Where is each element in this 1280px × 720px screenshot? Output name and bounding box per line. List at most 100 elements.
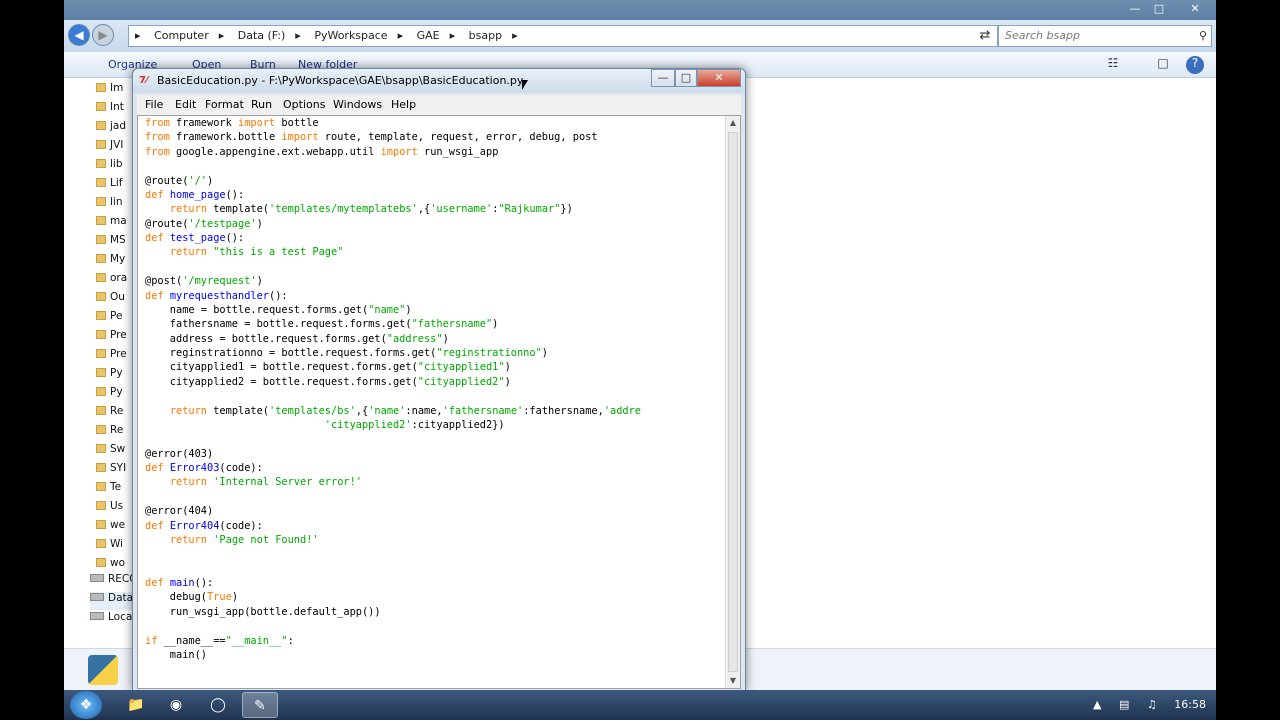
nav-folder[interactable]: ora xyxy=(96,272,136,290)
nav-folder[interactable]: lib xyxy=(96,158,136,176)
nav-drive-data[interactable]: Data xyxy=(90,592,138,610)
nav-folder[interactable]: Pre xyxy=(96,329,136,347)
code-line[interactable]: def test_page(): xyxy=(145,231,725,245)
code-line[interactable]: return template('templates/mytemplatebs'… xyxy=(145,202,725,216)
restore-icon[interactable]: □ xyxy=(1148,2,1170,16)
nav-folder[interactable]: Us xyxy=(96,500,136,518)
code-line[interactable]: main() xyxy=(145,648,725,662)
nav-folder[interactable]: Im xyxy=(96,82,136,100)
breadcrumb-computer[interactable]: Computer xyxy=(154,29,209,42)
address-input[interactable]: ▸ Computer ▸ Data (F:) ▸ PyWorkspace ▸ GAE ▸… xyxy=(128,25,998,47)
nav-folder[interactable]: lin xyxy=(96,196,136,214)
code-line[interactable]: def Error403(code): xyxy=(145,461,725,475)
scroll-up-icon[interactable]: ▲ xyxy=(726,116,740,130)
tray-expand-icon[interactable]: ▲ xyxy=(1093,698,1101,711)
nav-folder[interactable]: ma xyxy=(96,215,136,233)
taskbar-chrome-icon[interactable]: ◉ xyxy=(158,692,194,718)
code-line[interactable]: debug(True) xyxy=(145,590,725,604)
code-line[interactable]: cityapplied2 = bottle.request.forms.get(… xyxy=(145,375,725,389)
nav-folder[interactable]: MS xyxy=(96,234,136,252)
maximize-button[interactable]: □ xyxy=(675,69,697,87)
nav-folder[interactable]: Re xyxy=(96,424,136,442)
nav-folder[interactable]: jad xyxy=(96,120,136,138)
code-line[interactable]: reginstrationno = bottle.request.forms.g… xyxy=(145,346,725,360)
breadcrumb-gae[interactable]: GAE xyxy=(417,29,440,42)
code-line[interactable]: @error(403) xyxy=(145,447,725,461)
refresh-icon[interactable]: ⇄ xyxy=(974,25,996,47)
code-line[interactable] xyxy=(145,562,725,576)
code-line[interactable]: return 'Internal Server error!' xyxy=(145,475,725,489)
scroll-down-icon[interactable]: ▼ xyxy=(726,674,740,688)
code-line[interactable]: if __name__=="__main__": xyxy=(145,634,725,648)
code-line[interactable] xyxy=(145,619,725,633)
volume-icon[interactable]: ♫ xyxy=(1147,698,1157,711)
nav-folder[interactable]: Int xyxy=(96,101,136,119)
code-line[interactable]: address = bottle.request.forms.get("addr… xyxy=(145,332,725,346)
menu-help[interactable]: Help xyxy=(391,98,416,111)
minimize-button[interactable]: — xyxy=(651,69,675,87)
idle-title-bar[interactable]: 7⁄ BasicEducation.py - F:\PyWorkspace\GA… xyxy=(133,69,745,93)
breadcrumb-data-drive[interactable]: Data (F:) xyxy=(238,29,286,42)
nav-drive-local[interactable]: Loca xyxy=(90,611,138,629)
back-icon[interactable]: ◀ xyxy=(68,24,90,46)
code-line[interactable]: def Error404(code): xyxy=(145,519,725,533)
code-line[interactable]: run_wsgi_app(bottle.default_app()) xyxy=(145,605,725,619)
code-line[interactable]: @error(404) xyxy=(145,504,725,518)
code-line[interactable]: def main(): xyxy=(145,576,725,590)
nav-folder[interactable]: JVI xyxy=(96,139,136,157)
code-line[interactable]: from framework.bottle import route, temp… xyxy=(145,130,725,144)
nav-folder[interactable]: Pre xyxy=(96,348,136,366)
code-line[interactable] xyxy=(145,260,725,274)
code-line[interactable]: @post('/myrequest') xyxy=(145,274,725,288)
breadcrumb-pyworkspace[interactable]: PyWorkspace xyxy=(314,29,387,42)
nav-folder[interactable]: Py xyxy=(96,386,136,404)
nav-folder[interactable]: Sw xyxy=(96,443,136,461)
close-icon[interactable]: ✕ xyxy=(1184,2,1206,16)
search-icon[interactable]: ⚲ xyxy=(1199,26,1207,46)
code-line[interactable]: from google.appengine.ext.webapp.util im… xyxy=(145,145,725,159)
nav-folder[interactable]: SYI xyxy=(96,462,136,480)
code-line[interactable] xyxy=(145,490,725,504)
forward-icon[interactable]: ▶ xyxy=(92,24,114,46)
nav-folder[interactable]: Pe xyxy=(96,310,136,328)
nav-folder[interactable]: Te xyxy=(96,481,136,499)
scroll-thumb[interactable] xyxy=(728,132,738,672)
code-line[interactable] xyxy=(145,547,725,561)
minimize-icon[interactable]: — xyxy=(1124,2,1146,16)
search-input[interactable]: Search bsapp ⚲ xyxy=(998,25,1212,47)
help-icon[interactable]: ? xyxy=(1186,56,1204,74)
taskbar-eclipse-icon[interactable]: ◯ xyxy=(200,692,236,718)
clock[interactable]: 16:58 xyxy=(1174,698,1206,711)
code-line[interactable]: return template('templates/bs',{'name':n… xyxy=(145,404,725,418)
nav-folder[interactable]: Lif xyxy=(96,177,136,195)
code-line[interactable]: def home_page(): xyxy=(145,188,725,202)
start-button[interactable]: ❖ xyxy=(70,691,102,719)
network-icon[interactable]: ▤ xyxy=(1119,698,1129,711)
taskbar-idle-icon[interactable]: ✎ xyxy=(242,692,278,718)
code-line[interactable] xyxy=(145,159,725,173)
nav-folder[interactable]: Ou xyxy=(96,291,136,309)
menu-options[interactable]: Options xyxy=(283,98,325,111)
code-line[interactable]: name = bottle.request.forms.get("name") xyxy=(145,303,725,317)
nav-folder[interactable]: we xyxy=(96,519,136,537)
code-line[interactable] xyxy=(145,389,725,403)
breadcrumb-bsapp[interactable]: bsapp xyxy=(469,29,502,42)
menu-edit[interactable]: Edit xyxy=(175,98,196,111)
code-line[interactable]: fathersname = bottle.request.forms.get("… xyxy=(145,317,725,331)
nav-folder[interactable]: Py xyxy=(96,367,136,385)
vertical-scrollbar[interactable]: ▲ ▼ xyxy=(725,116,740,688)
nav-folder[interactable]: Re xyxy=(96,405,136,423)
taskbar-explorer-icon[interactable]: 📁 xyxy=(118,692,154,718)
code-line[interactable]: cityapplied1 = bottle.request.forms.get(… xyxy=(145,360,725,374)
code-line[interactable]: @route('/testpage') xyxy=(145,217,725,231)
nav-folder[interactable]: My xyxy=(96,253,136,271)
menu-windows[interactable]: Windows xyxy=(333,98,382,111)
menu-format[interactable]: Format xyxy=(205,98,244,111)
code-line[interactable] xyxy=(145,432,725,446)
close-button[interactable]: ✕ xyxy=(697,69,741,87)
code-editor[interactable]: from framework import bottle from framewo… xyxy=(137,115,741,689)
code-line[interactable]: @route('/') xyxy=(145,174,725,188)
code-line[interactable]: def myrequesthandler(): xyxy=(145,289,725,303)
nav-drive-recovery[interactable]: RECO xyxy=(90,573,138,591)
preview-pane-icon[interactable]: □ xyxy=(1154,56,1172,74)
